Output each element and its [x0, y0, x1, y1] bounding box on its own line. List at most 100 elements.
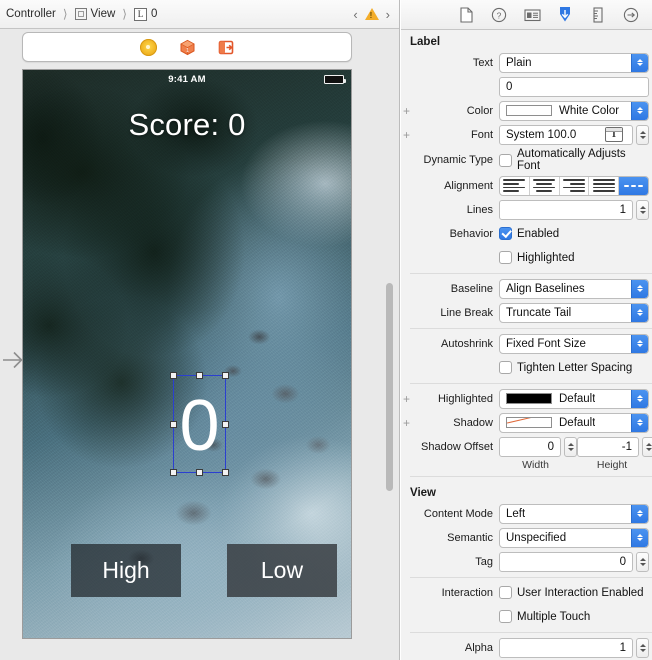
svg-text:?: ? — [497, 10, 502, 20]
shadow-offset-width-input[interactable]: 0 — [499, 436, 561, 457]
tighten-letter-spacing-checkbox[interactable] — [499, 361, 512, 374]
low-button[interactable]: Low — [227, 544, 337, 597]
attributes-shield-icon[interactable] — [557, 6, 574, 23]
color-swatch — [506, 105, 552, 116]
selected-label-0[interactable]: 0 — [170, 372, 229, 476]
label-glyph-icon: L — [133, 7, 147, 21]
resize-handle-top-left[interactable] — [170, 372, 177, 379]
auto-adjusts-font-checkbox[interactable] — [499, 153, 512, 167]
tag-input[interactable]: 0 — [499, 551, 633, 572]
battery-icon — [324, 75, 346, 84]
resize-handle-top-right[interactable] — [222, 372, 229, 379]
first-responder-icon[interactable]: 1 — [179, 39, 196, 56]
alignment-justified-segment[interactable] — [589, 176, 620, 195]
canvas-scrollbar[interactable] — [384, 30, 397, 660]
spacer: + — [401, 441, 412, 453]
shadow-color-popup[interactable]: Default — [499, 412, 649, 433]
previous-issue-button[interactable]: ‹ — [353, 8, 357, 21]
autoshrink-popup[interactable]: Fixed Font Size — [499, 333, 649, 354]
semantic-popup[interactable]: Unspecified — [499, 527, 649, 548]
alignment-label: Alignment — [444, 179, 493, 192]
spacer: + — [401, 283, 412, 295]
user-interaction-enabled-checkbox[interactable] — [499, 586, 512, 599]
score-label[interactable]: Score: 0 — [23, 107, 351, 143]
behavior-highlighted-checkbox[interactable] — [499, 251, 512, 264]
tighten-letter-spacing-row: + Tighten Letter Spacing — [401, 357, 652, 378]
file-icon[interactable] — [458, 6, 475, 23]
spacer: + — [401, 204, 412, 216]
warning-triangle-icon[interactable] — [364, 8, 379, 20]
alpha-label: Alpha — [464, 641, 493, 654]
shadow-offset-width-stepper[interactable] — [564, 436, 577, 457]
behavior-row: + Behavior Enabled — [401, 223, 652, 244]
resize-handle-bottom-center[interactable] — [196, 469, 203, 476]
alignment-left-segment[interactable] — [500, 176, 530, 195]
tag-stepper[interactable] — [636, 551, 649, 572]
chevron-updown-icon — [631, 303, 648, 322]
breadcrumb-separator: ⟩ — [122, 7, 127, 21]
baseline-popup[interactable]: Align Baselines — [499, 278, 649, 299]
ruler-icon[interactable] — [590, 6, 607, 23]
resize-handle-middle-left[interactable] — [170, 420, 177, 428]
content-mode-popup[interactable]: Left — [499, 503, 649, 524]
line-break-popup[interactable]: Truncate Tail — [499, 302, 649, 323]
behavior-highlighted-label: Highlighted — [517, 251, 575, 264]
breadcrumb-item-view[interactable]: View — [91, 8, 116, 20]
question-circle-icon[interactable]: ? — [491, 6, 508, 23]
resize-handle-bottom-left[interactable] — [170, 469, 177, 476]
add-color-variation-button[interactable]: + — [401, 105, 412, 117]
font-picker-icon[interactable]: T — [605, 127, 623, 142]
add-shadow-variation-button[interactable]: + — [401, 417, 412, 429]
text-style-value: Plain — [506, 56, 532, 69]
font-field[interactable]: System 100.0 T — [499, 124, 633, 145]
alignment-center-segment[interactable] — [530, 176, 560, 195]
identity-card-icon[interactable] — [523, 6, 541, 23]
lines-input[interactable]: 1 — [499, 199, 633, 220]
alpha-stepper[interactable] — [636, 637, 649, 658]
highlighted-color-popup[interactable]: Default — [499, 388, 649, 409]
shadow-color-row: + Shadow Default — [401, 412, 652, 433]
exit-segue-icon[interactable] — [218, 39, 235, 56]
multiple-touch-checkbox[interactable] — [499, 610, 512, 623]
shadow-offset-height-input[interactable]: -1 — [577, 436, 639, 457]
high-button[interactable]: High — [71, 544, 181, 597]
arrow-circle-icon[interactable] — [623, 6, 640, 23]
shadow-value: Default — [559, 416, 596, 429]
text-style-popup[interactable]: Plain — [499, 52, 649, 73]
add-font-variation-button[interactable]: + — [401, 129, 412, 141]
breadcrumb: Controller ⟩ View ⟩ L 0 — [6, 7, 157, 21]
resize-handle-top-center[interactable] — [196, 372, 203, 379]
lines-stepper[interactable] — [636, 199, 649, 220]
font-stepper[interactable] — [636, 124, 649, 145]
breadcrumb-item-controller[interactable]: Controller — [6, 8, 56, 20]
device-preview[interactable]: 9:41 AM Score: 0 0 High Low — [22, 69, 352, 639]
alignment-right-segment[interactable] — [560, 176, 590, 195]
divider — [410, 476, 652, 477]
spacer: + — [401, 611, 412, 623]
alignment-segmented-control[interactable] — [499, 175, 649, 196]
color-value: White Color — [559, 104, 620, 117]
shadow-offset-height-label: Height — [596, 459, 628, 471]
behavior-enabled-checkbox[interactable] — [499, 227, 512, 240]
label-section-title: Label — [410, 36, 441, 48]
next-issue-button[interactable]: › — [386, 8, 390, 21]
canvas-scrollbar-thumb[interactable] — [386, 283, 393, 491]
baseline-value: Align Baselines — [506, 282, 585, 295]
divider — [410, 632, 652, 633]
shadow-offset-height-stepper[interactable] — [642, 436, 652, 457]
resize-handle-bottom-right[interactable] — [222, 469, 229, 476]
scene-dock: 1 — [22, 32, 352, 62]
breadcrumb-item-label[interactable]: 0 — [151, 8, 157, 20]
text-value-input[interactable]: 0 — [499, 76, 649, 97]
resize-handle-middle-right[interactable] — [222, 420, 229, 428]
view-controller-icon[interactable] — [139, 38, 157, 56]
alpha-input[interactable]: 1 — [499, 637, 633, 658]
tag-label: Tag — [475, 555, 493, 568]
view-section-title: View — [410, 487, 436, 499]
add-highlighted-variation-button[interactable]: + — [401, 393, 412, 405]
line-break-label: Line Break — [440, 306, 493, 319]
font-row: + Font System 100.0 T — [401, 124, 652, 145]
alignment-natural-segment[interactable] — [619, 176, 648, 195]
color-popup[interactable]: White Color — [499, 100, 649, 121]
shadow-offset-width-value: 0 — [547, 440, 554, 453]
